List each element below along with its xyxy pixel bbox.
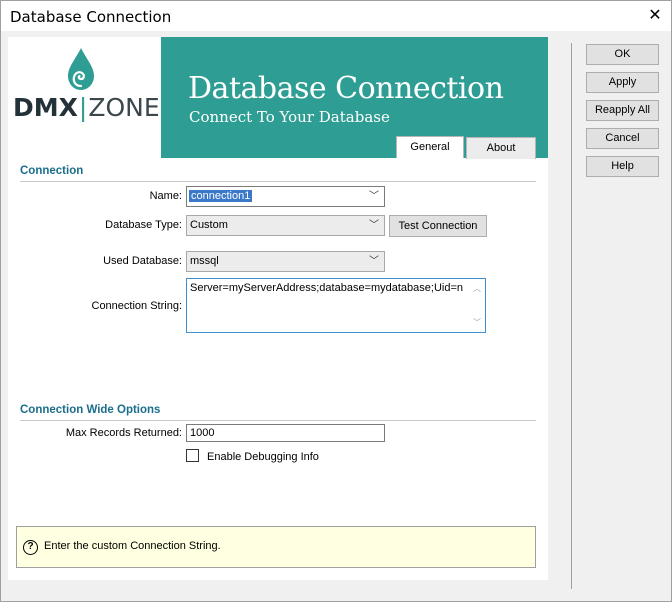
ok-button[interactable]: OK [586, 44, 659, 65]
main-panel: DMX|ZONE Database Connection Connect To … [8, 37, 548, 580]
title-bar[interactable]: Database Connection ✕ [1, 1, 671, 31]
banner-subtitle: Connect To Your Database [189, 108, 390, 126]
scroll-down-icon[interactable]: ﹀ [473, 317, 481, 328]
database-type-select[interactable]: Custom ﹀ [186, 215, 385, 236]
section-title-connection: Connection [20, 165, 84, 177]
logo-dmx: DMX [13, 93, 78, 122]
logo-separator: | [78, 93, 88, 122]
logo-area: DMX|ZONE [8, 37, 161, 158]
used-database-select[interactable]: mssql ﹀ [186, 251, 385, 272]
max-records-value: 1000 [190, 427, 215, 439]
database-type-value: Custom [190, 219, 228, 231]
banner-title: Database Connection [188, 71, 504, 106]
window-title: Database Connection [10, 8, 172, 26]
banner: DMX|ZONE Database Connection Connect To … [8, 37, 548, 159]
name-combobox[interactable]: connection1 ﹀ [186, 186, 385, 207]
tab-general[interactable]: General [396, 136, 464, 158]
max-records-label: Max Records Returned: [65, 427, 182, 439]
used-database-value: mssql [190, 255, 219, 267]
used-database-label: Used Database: [103, 255, 182, 267]
chevron-down-icon: ﹀ [369, 220, 379, 231]
name-label: Name: [149, 190, 182, 202]
connection-string-textarea[interactable]: Server=myServerAddress;database=mydataba… [186, 278, 486, 333]
apply-button[interactable]: Apply [586, 72, 659, 93]
connection-string-value: Server=myServerAddress;database=mydataba… [190, 282, 464, 294]
debugging-checkbox[interactable] [186, 449, 199, 462]
dialog-window: Database Connection ✕ DMX|ZONE Database … [0, 0, 672, 602]
logo-drop-icon [68, 48, 94, 90]
logo-text: DMX|ZONE [13, 93, 160, 122]
name-value: connection1 [189, 190, 253, 202]
section-title-wide-options: Connection Wide Options [20, 404, 161, 416]
hint-box: ? Enter the custom Connection String. [16, 526, 536, 568]
tab-about[interactable]: About [466, 137, 536, 159]
section-divider [20, 181, 536, 182]
test-connection-button[interactable]: Test Connection [389, 215, 487, 237]
chevron-down-icon: ﹀ [369, 191, 379, 202]
help-button[interactable]: Help [586, 156, 659, 177]
debugging-label: Enable Debugging Info [207, 451, 319, 463]
database-type-label: Database Type: [105, 219, 182, 231]
connection-string-label: Connection String: [91, 300, 183, 312]
section-divider [20, 420, 536, 421]
banner-curve [161, 37, 188, 158]
hint-text: Enter the custom Connection String. [44, 540, 221, 552]
chevron-down-icon: ﹀ [369, 256, 379, 267]
question-icon: ? [23, 540, 38, 555]
cancel-button[interactable]: Cancel [586, 128, 659, 149]
vertical-divider [571, 43, 572, 589]
reapply-all-button[interactable]: Reapply All [586, 100, 659, 121]
max-records-input[interactable]: 1000 [186, 424, 385, 442]
scroll-up-icon[interactable]: ︿ [473, 283, 481, 294]
close-icon[interactable]: ✕ [645, 6, 665, 26]
